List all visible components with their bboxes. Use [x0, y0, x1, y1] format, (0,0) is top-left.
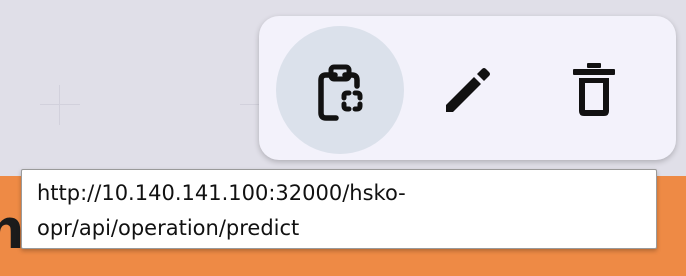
trash-icon	[573, 63, 615, 116]
pencil-icon	[446, 68, 490, 112]
clipboard-copy-icon	[318, 64, 363, 121]
action-bar	[259, 16, 676, 160]
copy-url-button[interactable]	[276, 26, 404, 154]
delete-button[interactable]	[530, 26, 658, 154]
url-tooltip: http://10.140.141.100:32000/hsko- opr/ap…	[21, 169, 657, 249]
edit-button[interactable]	[404, 26, 532, 154]
grid-plus-mark	[40, 85, 80, 125]
